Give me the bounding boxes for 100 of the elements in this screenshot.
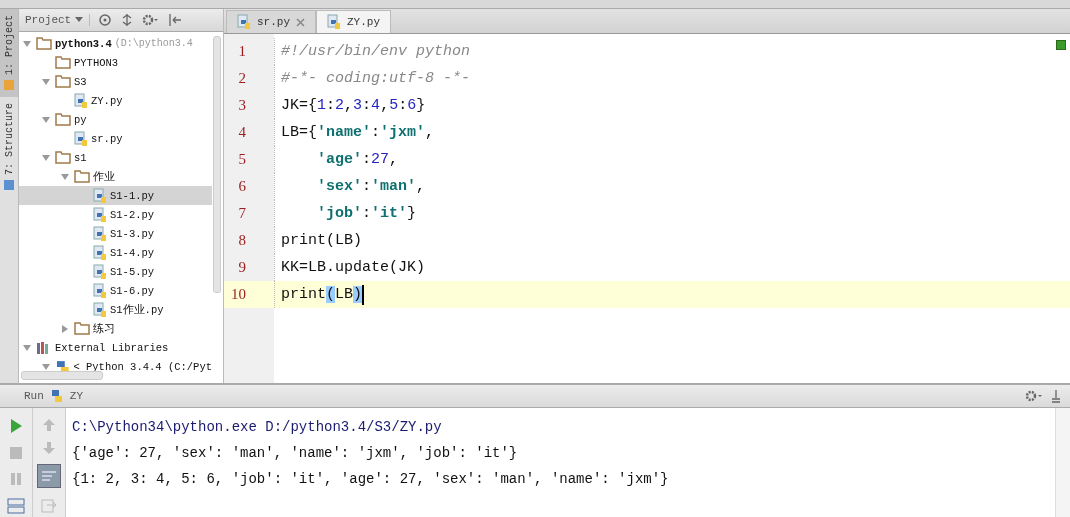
tree-item[interactable]: External Libraries (19, 338, 212, 357)
tree-item[interactable]: s1 (19, 148, 212, 167)
tab-label: ZY.py (347, 16, 381, 28)
code-line: JK={1:2,3:4,5:6} (281, 97, 426, 114)
line-number: 7 (237, 205, 247, 222)
python-file-icon (237, 14, 251, 30)
tree-item[interactable]: 作业 (19, 167, 212, 186)
export-icon[interactable] (41, 497, 57, 513)
code-line: 'job':'it'} (316, 205, 417, 222)
line-number: 6 (237, 178, 247, 195)
collapse-arrow-icon[interactable] (41, 152, 51, 163)
hide-panel-icon[interactable] (168, 13, 183, 27)
tree-item[interactable]: 练习 (19, 319, 212, 338)
tree-item[interactable]: PYTHON3 (19, 53, 212, 72)
tree-item[interactable]: sr.py (19, 129, 212, 148)
editor-tab[interactable]: ZY.py (316, 10, 392, 33)
tree-item-label: S1作业.py (110, 302, 164, 317)
folder-icon (55, 56, 71, 69)
tree-item[interactable]: S1-5.py (19, 262, 212, 281)
run-panel-title: Run (24, 390, 44, 402)
run-config-name[interactable]: ZY (69, 390, 83, 402)
tool-window-icon (3, 179, 15, 192)
console-output-line: {'age': 27, 'sex': 'man', 'name': 'jxm', 'job': 'it'} (72, 444, 519, 463)
code-line: KK=LB.update(JK) (281, 259, 426, 276)
code-line: 'age':27, (316, 151, 399, 168)
run-icon[interactable] (9, 418, 23, 434)
target-icon[interactable] (98, 13, 113, 27)
collapse-arrow-icon[interactable] (40, 361, 51, 372)
python-file-icon (93, 244, 107, 261)
tree-item-label: S1-3.py (110, 227, 155, 240)
tree-item[interactable]: S1-2.py (19, 205, 212, 224)
line-number: 8 (237, 232, 247, 249)
code-line: print(LB) (281, 232, 362, 249)
close-icon[interactable] (296, 17, 305, 27)
tool-window-icon (3, 79, 15, 91)
stop-icon[interactable] (9, 446, 23, 460)
tree-item[interactable]: python3.4 (D:\python3.4 (19, 34, 212, 53)
up-arrow-icon[interactable] (42, 418, 56, 432)
code-line: #-*- coding:utf-8 -*- (281, 70, 471, 87)
tree-item-label: PYTHON3 (74, 56, 119, 69)
code-editor[interactable]: 1 #!/usr/bin/env python 2 #-*- coding:utf-8 -*- 3 JK={1:2,3:4,5:6} 4 LB={'name':'jxm', 5 'age':27, 6 'sex':'man', 7 'job':'it'} 8 print(LB) 9 KK=LB.update(JK) 10 print(LB) (224, 34, 1070, 383)
collapse-arrow-icon[interactable] (41, 114, 51, 125)
pin-icon[interactable] (1050, 389, 1062, 403)
tree-item-label: S1-4.py (110, 246, 155, 259)
line-number: 5 (237, 151, 247, 168)
tree-item-label: External Libraries (55, 341, 169, 354)
tree-item[interactable]: S1-3.py (19, 224, 212, 243)
settings-icon[interactable] (142, 13, 161, 27)
tree-item-label: < Python 3.4.4 (C:/Pyt (73, 360, 212, 373)
scrollbar[interactable] (213, 36, 221, 293)
tree-item[interactable]: ZY.py (19, 91, 212, 110)
line-number: 9 (237, 259, 247, 276)
collapse-arrow-icon[interactable] (41, 76, 51, 87)
tree-item[interactable]: S1-4.py (19, 243, 212, 262)
tree-item[interactable]: S1作业.py (19, 300, 212, 319)
console-output-line: {1: 2, 3: 4, 5: 6, 'job': 'it', 'age': 27, 'sex': 'man', 'name': 'jxm'} (72, 470, 670, 489)
tree-item-label: S1-2.py (110, 208, 155, 221)
scrollbar[interactable] (1055, 408, 1070, 517)
collapse-arrow-icon[interactable] (22, 342, 32, 353)
folder-icon (55, 75, 71, 88)
python-file-icon (74, 92, 88, 109)
collapse-arrow-icon[interactable] (60, 171, 70, 182)
code-line: print(LB) (281, 284, 365, 305)
dropdown-arrow-icon (75, 17, 84, 23)
editor-tab[interactable]: sr.py (226, 10, 316, 33)
tool-window-tab[interactable]: 1: Project (0, 9, 18, 97)
tree-item-label: 练习 (93, 321, 115, 336)
tree-item[interactable]: S1-1.py (19, 186, 212, 205)
tree-item-label: S1-6.py (110, 284, 155, 297)
layout-icon[interactable] (7, 498, 25, 514)
line-number: 4 (237, 124, 247, 141)
tool-window-tab[interactable]: 7: Structure (0, 97, 18, 198)
settings-icon[interactable] (1024, 389, 1044, 403)
line-number: 1 (237, 43, 247, 60)
tree-item[interactable]: < Python 3.4.4 (C:/Pyt (19, 357, 212, 376)
tree-item-label: s1 (74, 151, 87, 164)
inspection-ok-icon[interactable] (1056, 40, 1066, 50)
tree-item[interactable]: S1-6.py (19, 281, 212, 300)
project-view-dropdown[interactable]: Project (23, 14, 91, 26)
python-file-icon (93, 282, 107, 299)
code-line: LB={'name':'jxm', (281, 124, 435, 141)
scrollbar[interactable] (21, 371, 103, 380)
python-file-icon (74, 130, 88, 147)
pause-icon[interactable] (9, 472, 23, 486)
tree-item-label: ZY.py (91, 94, 123, 107)
tree-item-label: python3.4 (55, 37, 112, 50)
folder-icon (74, 322, 90, 335)
python-file-icon (93, 301, 107, 318)
tree-item[interactable]: S3 (19, 72, 212, 91)
tree-item[interactable]: py (19, 110, 212, 129)
tree-item-label: sr.py (91, 132, 123, 145)
python-file-icon (93, 263, 107, 280)
tree-item-label: S1-5.py (110, 265, 155, 278)
collapse-arrow-icon[interactable] (22, 38, 32, 49)
folder-icon (55, 151, 71, 164)
line-number: 10 (230, 286, 247, 303)
expand-arrow-icon[interactable] (60, 323, 70, 334)
soft-wrap-icon[interactable] (37, 464, 61, 488)
tree-item-label: S1-1.py (110, 189, 155, 202)
down-arrow-icon[interactable] (42, 441, 56, 455)
